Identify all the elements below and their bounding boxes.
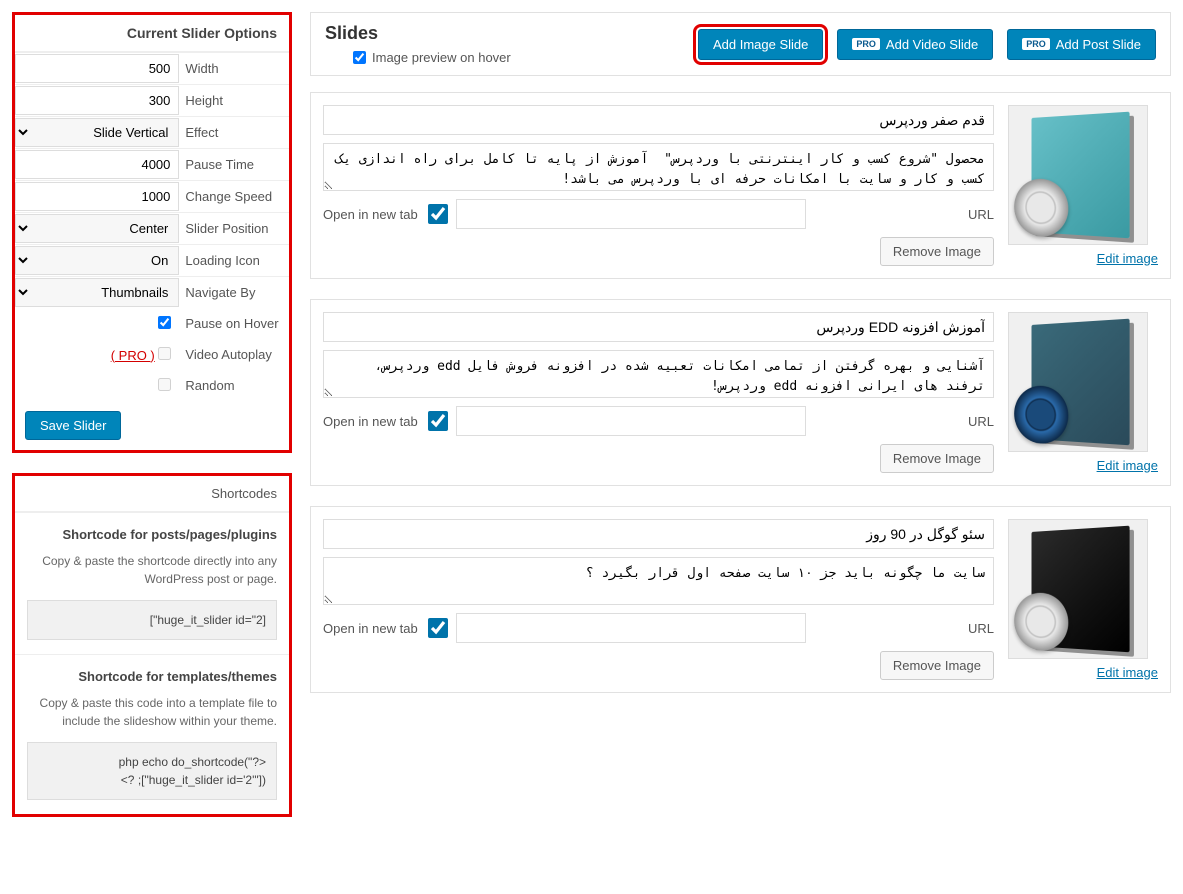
- save-slider-button[interactable]: Save Slider: [25, 411, 121, 440]
- edit-image-link[interactable]: Edit image: [1097, 665, 1158, 680]
- loading-icon-select[interactable]: On: [15, 246, 179, 275]
- pro-link-video[interactable]: ( PRO ): [111, 348, 155, 363]
- url-label: URL: [814, 414, 994, 429]
- shortcode-templates-desc: Copy & paste this code into a template f…: [27, 694, 277, 730]
- slides-title: Slides: [325, 23, 511, 44]
- shortcode-posts-heading: Shortcode for posts/pages/plugins: [27, 527, 277, 542]
- change-speed-label: Change Speed: [179, 181, 289, 212]
- shortcodes-title: Shortcodes: [15, 476, 289, 512]
- slide-thumbnail[interactable]: [1008, 312, 1148, 452]
- slide-title-input[interactable]: [323, 519, 994, 549]
- effect-select[interactable]: Slide Vertical: [15, 118, 179, 147]
- slide-url-input[interactable]: [456, 406, 806, 436]
- slide-item: محصول "شروع کسب و کار اینترنتی با وردپرس…: [310, 92, 1171, 279]
- shortcode-posts-desc: Copy & paste the shortcode directly into…: [27, 552, 277, 588]
- image-preview-label: Image preview on hover: [372, 50, 511, 65]
- effect-label: Effect: [179, 117, 289, 148]
- width-label: Width: [179, 53, 289, 84]
- video-autoplay-checkbox: [158, 347, 171, 360]
- edit-image-link[interactable]: Edit image: [1097, 458, 1158, 473]
- url-label: URL: [814, 621, 994, 636]
- random-label: Random: [179, 374, 289, 397]
- newtab-label: Open in new tab: [323, 621, 418, 636]
- edit-image-link[interactable]: Edit image: [1097, 251, 1158, 266]
- slide-desc-textarea[interactable]: محصول "شروع کسب و کار اینترنتی با وردپرس…: [323, 143, 994, 191]
- pro-badge-icon: PRO: [852, 38, 880, 50]
- position-label: Slider Position: [179, 213, 289, 244]
- pause-on-hover-checkbox[interactable]: [158, 316, 171, 329]
- slide-item: سایت ما چگونه باید جز ۱۰ سایت صفحه اول ق…: [310, 506, 1171, 693]
- loading-icon-label: Loading Icon: [179, 245, 289, 276]
- shortcode-templates-code[interactable]: php echo do_shortcode("?> <? ;["huge_it_…: [27, 742, 277, 800]
- slide-thumbnail[interactable]: [1008, 105, 1148, 245]
- add-post-slide-button[interactable]: PRO Add Post Slide: [1007, 29, 1156, 60]
- slides-header: Slides Image preview on hover Add Image …: [310, 12, 1171, 76]
- add-video-slide-button[interactable]: PRO Add Video Slide: [837, 29, 993, 60]
- shortcode-templates-heading: Shortcode for templates/themes: [27, 669, 277, 684]
- newtab-checkbox[interactable]: [428, 411, 448, 431]
- remove-image-button[interactable]: Remove Image: [880, 444, 994, 473]
- newtab-label: Open in new tab: [323, 207, 418, 222]
- change-speed-input[interactable]: [15, 182, 179, 211]
- remove-image-button[interactable]: Remove Image: [880, 237, 994, 266]
- slide-title-input[interactable]: [323, 105, 994, 135]
- newtab-checkbox[interactable]: [428, 618, 448, 638]
- random-checkbox: [158, 378, 171, 391]
- pause-time-label: Pause Time: [179, 149, 289, 180]
- slide-title-input[interactable]: [323, 312, 994, 342]
- height-input[interactable]: [15, 86, 179, 115]
- shortcodes-panel: Shortcodes Shortcode for posts/pages/plu…: [12, 473, 292, 817]
- newtab-label: Open in new tab: [323, 414, 418, 429]
- navigate-by-label: Navigate By: [179, 277, 289, 308]
- width-input[interactable]: [15, 54, 179, 83]
- options-title: Current Slider Options: [15, 15, 289, 52]
- pro-badge-icon: PRO: [1022, 38, 1050, 50]
- position-select[interactable]: Center: [15, 214, 179, 243]
- height-label: Height: [179, 85, 289, 116]
- slide-thumbnail[interactable]: [1008, 519, 1148, 659]
- navigate-by-select[interactable]: Thumbnails: [15, 278, 179, 307]
- newtab-checkbox[interactable]: [428, 204, 448, 224]
- remove-image-button[interactable]: Remove Image: [880, 651, 994, 680]
- slide-url-input[interactable]: [456, 199, 806, 229]
- shortcode-posts-code[interactable]: ["huge_it_slider id="2]: [27, 600, 277, 640]
- image-preview-checkbox[interactable]: [353, 51, 366, 64]
- video-autoplay-label: Video Autoplay: [179, 343, 289, 366]
- pause-time-input[interactable]: [15, 150, 179, 179]
- slider-options-panel: Current Slider Options Width Height Slid…: [12, 12, 292, 453]
- slide-url-input[interactable]: [456, 613, 806, 643]
- pause-on-hover-label: Pause on Hover: [179, 312, 289, 335]
- slide-desc-textarea[interactable]: آشنایی و بهره گرفتن از تمامی امکانات تعب…: [323, 350, 994, 398]
- slide-item: آشنایی و بهره گرفتن از تمامی امکانات تعب…: [310, 299, 1171, 486]
- url-label: URL: [814, 207, 994, 222]
- slide-desc-textarea[interactable]: سایت ما چگونه باید جز ۱۰ سایت صفحه اول ق…: [323, 557, 994, 605]
- add-image-slide-button[interactable]: Add Image Slide: [698, 29, 823, 60]
